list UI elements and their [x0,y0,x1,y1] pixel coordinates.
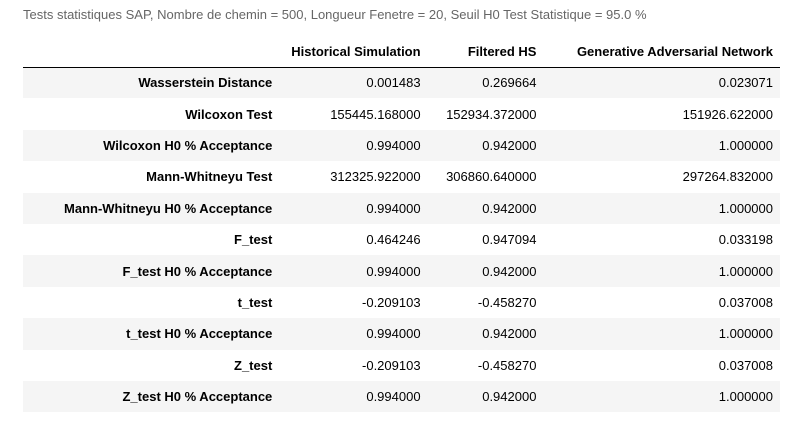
table-row: Wasserstein Distance 0.001483 0.269664 0.02… [23,67,780,99]
row-label: Mann-Whitneyu Test [146,169,273,185]
table-cell: 155445.168000 [330,106,421,122]
row-label: Z_test [234,357,273,373]
table-cell: 306860.640000 [446,169,537,185]
header-row: Historical Simulation Filtered HS Genera… [23,36,780,68]
table-cell: 0.942000 [482,137,537,153]
table-cell: 0.001483 [366,75,421,91]
row-label: t_test [237,294,273,310]
table-row: F_test H0 % Acceptance 0.994000 0.942000 1.… [23,255,780,287]
table-body: Wasserstein Distance 0.001483 0.269664 0.02… [23,67,780,413]
table-cell: 0.942000 [482,389,537,405]
table-cell: 151926.622000 [682,106,773,122]
header-corner [23,36,273,68]
table-cell: 0.023071 [718,75,773,91]
table-cell: 1.000000 [718,326,773,342]
table-row: t_test -0.209103 -0.458270 0.037008 [23,287,780,318]
table-cell: 0.942000 [482,326,537,342]
table-cell: 1.000000 [718,137,773,153]
table-caption: Tests statistiques SAP, Nombre de chemin… [23,7,647,22]
table-cell: 1.000000 [718,389,773,405]
table-row: F_test 0.464246 0.947094 0.033198 [23,224,780,255]
table-cell: 0.994000 [366,200,421,216]
table-cell: -0.458270 [477,357,537,373]
table-row: Wilcoxon H0 % Acceptance 0.994000 0.942000… [23,129,780,162]
table-cell: 0.033198 [718,232,773,248]
table-row: Z_test -0.209103 -0.458270 0.037008 [23,350,780,381]
table-cell: 0.037008 [718,357,773,373]
table-cell: 0.994000 [366,389,421,405]
table-cell: 0.947094 [482,232,537,248]
table-cell: -0.458270 [477,294,537,310]
table-cell: 0.994000 [366,326,421,342]
table-cell: 312325.922000 [330,169,421,185]
table-cell: 1.000000 [718,263,773,279]
column-header-gan: Generative Adversarial Network [538,36,780,68]
table-cell: 0.269664 [482,75,537,91]
table-header: Historical Simulation Filtered HS Genera… [23,36,780,68]
row-label: F_test H0 % Acceptance [122,263,273,279]
table-cell: 0.942000 [482,263,537,279]
table-row: Z_test H0 % Acceptance 0.994000 0.942000 1.… [23,380,780,413]
table-cell: 0.994000 [366,137,421,153]
table-cell: -0.209103 [362,357,421,373]
table-cell: -0.209103 [362,294,421,310]
row-label: Mann-Whitneyu H0 % Acceptance [64,200,273,216]
table-row: t_test H0 % Acceptance 0.994000 0.942000 1.… [23,318,780,350]
table-cell: 0.942000 [482,200,537,216]
table-cell: 0.464246 [366,232,421,248]
row-label: Wilcoxon Test [185,106,273,122]
row-label: Z_test H0 % Acceptance [122,389,273,405]
statistics-table: Historical Simulation Filtered HS Genera… [23,36,780,413]
row-label: t_test H0 % Acceptance [126,326,273,342]
column-header-filtered-hs: Filtered HS [422,36,539,68]
column-header-historical-simulation: Historical Simulation [272,36,423,68]
table-cell: 0.037008 [718,294,773,310]
row-label: Wasserstein Distance [138,75,273,91]
table-row: Mann-Whitneyu H0 % Acceptance 0.994000 0.9… [23,192,780,224]
table-cell: 0.994000 [366,263,421,279]
table-cell: 152934.372000 [446,106,537,122]
table-row: Mann-Whitneyu Test 312325.922000 306860.64… [23,161,780,192]
table-cell: 297264.832000 [682,169,773,185]
row-label: Wilcoxon H0 % Acceptance [103,137,273,153]
table-row: Wilcoxon Test 155445.168000 152934.372000 1… [23,98,780,129]
table-cell: 1.000000 [718,200,773,216]
row-label: F_test [234,232,273,248]
